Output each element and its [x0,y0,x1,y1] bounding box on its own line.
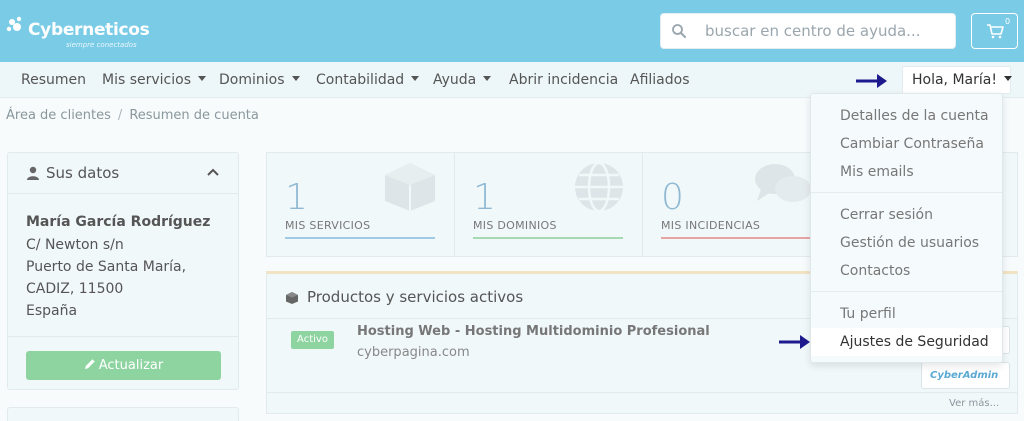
annotation-arrow-icon [779,335,810,349]
panel-divider [8,336,238,337]
nav-label: Dominios [219,72,285,88]
nav-label: Mis servicios [102,72,191,88]
stat-underline [285,237,435,239]
cyberneticos-logo[interactable]: Cyberneticos siempre conectados [6,14,150,50]
user-icon [27,166,39,180]
card-divider [267,392,1017,393]
stat-label: MIS INCIDENCIAS [661,219,761,232]
menu-item-mis-emails[interactable]: Mis emails [811,158,1002,186]
caret-down-icon [483,75,492,81]
menu-divider [811,192,1002,193]
secondary-panel [7,407,239,421]
cart-count-badge: 0 [1005,17,1011,26]
address-line: España [26,303,78,319]
address-line: C/ Newton s/n [26,237,124,253]
menu-item-detalles-cuenta[interactable]: Detalles de la cuenta [811,102,1002,130]
nav-label: Abrir incidencia [509,72,619,88]
caret-down-icon [411,75,420,81]
menu-item-ajustes-seguridad[interactable]: Ajustes de Seguridad [811,328,1002,356]
stat-value: 0 [661,177,684,218]
nav-item-afiliados[interactable]: Afiliados [630,72,690,88]
nav-label: Afiliados [630,72,690,88]
breadcrumb-root[interactable]: Área de clientes [6,108,111,123]
menu-item-cerrar-sesion[interactable]: Cerrar sesión [811,201,1002,229]
logo-tagline: siempre conectados [66,41,137,49]
chevron-up-icon[interactable] [206,166,220,178]
menu-divider [811,291,1002,292]
menu-item-gestion-usuarios[interactable]: Gestión de usuarios [811,229,1002,257]
nav-label: Contabilidad [316,72,405,88]
panel-title: Sus datos [46,164,120,182]
service-domain: cyberpagina.com [357,345,470,360]
cyberadmin-button[interactable]: CyberAdmin [921,362,1010,389]
service-name[interactable]: Hosting Web - Hosting Multidominio Profe… [357,324,710,339]
nav-item-abrir-incidencia[interactable]: Abrir incidencia [509,72,618,88]
user-data-panel: Sus datos María García Rodríguez C/ Newt… [7,152,239,390]
search-icon [672,24,686,38]
nav-item-mis-servicios[interactable]: Mis servicios [102,72,206,88]
user-dropdown-menu: Detalles de la cuenta Cambiar Contraseña… [810,93,1003,363]
stat-underline [661,237,811,239]
cube-icon [385,163,435,211]
pencil-icon [84,359,95,369]
panel-header[interactable]: Sus datos [8,153,238,194]
update-label: Actualizar [98,358,164,373]
status-badge: Activo [291,331,334,349]
nav-label: Resumen [21,72,87,88]
comments-icon [755,164,811,202]
stat-mis-dominios[interactable]: 1 MIS DOMINIOS [455,153,642,256]
help-search-box[interactable] [660,13,956,49]
nav-item-ayuda[interactable]: Ayuda [433,72,492,88]
see-more-link[interactable]: Ver más... [949,398,999,409]
user-menu-button[interactable]: Hola, María! [902,66,1012,94]
client-name: María García Rodríguez [26,214,211,230]
caret-down-icon [198,75,206,81]
stat-value: 1 [473,177,496,218]
logo-name: Cyberneticos [28,20,150,40]
cyberadmin-label: CyberAdmin [930,370,999,381]
nav-label: Ayuda [433,72,477,88]
cart-icon [987,24,1004,39]
update-button[interactable]: Actualizar [26,351,221,380]
address-line: CADIZ, 11500 [26,281,124,297]
greeting-label: Hola, María! [912,72,997,88]
cart-button[interactable]: 0 [971,13,1018,49]
stat-mis-incidencias[interactable]: 0 MIS INCIDENCIAS [643,153,830,256]
search-input[interactable] [705,20,945,42]
stat-mis-servicios[interactable]: 1 MIS SERVICIOS [267,153,454,256]
stat-label: MIS SERVICIOS [285,219,371,232]
globe-icon [575,161,623,213]
menu-item-contactos[interactable]: Contactos [811,257,1002,285]
top-header: Cyberneticos siempre conectados 0 [0,0,1024,62]
products-title: Productos y servicios activos [307,288,524,306]
breadcrumb-current: Resumen de cuenta [129,108,259,123]
stat-value: 1 [285,177,308,218]
nav-item-resumen[interactable]: Resumen [21,72,86,88]
nav-item-contabilidad[interactable]: Contabilidad [316,72,420,88]
annotation-arrow-icon [856,74,887,88]
breadcrumb: Área de clientes / Resumen de cuenta [6,108,259,123]
menu-item-tu-perfil[interactable]: Tu perfil [811,300,1002,328]
cube-icon [286,292,298,304]
caret-down-icon [291,75,300,81]
stat-label: MIS DOMINIOS [473,219,557,232]
menu-item-cambiar-contrasena[interactable]: Cambiar Contraseña [811,130,1002,158]
breadcrumb-separator: / [117,108,123,123]
nav-item-dominios[interactable]: Dominios [219,72,300,88]
stat-underline [473,237,623,239]
caret-down-icon [1003,75,1012,81]
address-line: Puerto de Santa María, [26,259,187,275]
